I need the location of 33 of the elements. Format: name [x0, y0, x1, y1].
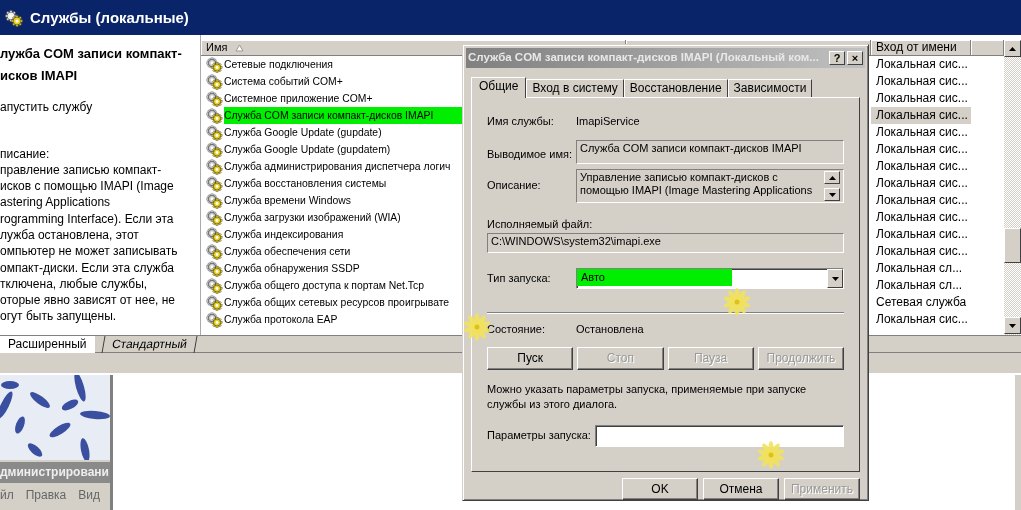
- table-cell-text: Локальная сис...: [875, 243, 969, 260]
- field-label: Тип запуска:: [487, 271, 552, 286]
- description-label: писание:: [0, 147, 51, 162]
- status-value: Остановлена: [576, 323, 644, 337]
- table-cell-text: Локальная сл...: [875, 260, 964, 277]
- action-text: службу: [51, 100, 93, 114]
- field-label: Состояние:: [487, 323, 546, 337]
- field-label: Исполняемый файл:: [487, 218, 593, 232]
- table-cell-text: Локальная сис...: [875, 56, 969, 73]
- table-cell-text: Локальная сис...: [875, 73, 969, 90]
- field-label: Имя службы:: [487, 115, 555, 129]
- table-cell-text: Локальная сис...: [875, 90, 969, 107]
- service-title: исков IMAPI: [0, 67, 79, 85]
- table-cell-text: Локальная сис...: [875, 158, 969, 175]
- table-cell-text: Локальная сис...: [875, 311, 969, 328]
- table-cell-text: Локальная сис...: [875, 124, 969, 141]
- table-cell-text: Локальная сис...: [875, 209, 969, 226]
- table-cell-text: Локальная сис...: [875, 141, 969, 158]
- table-cell-text: Сетевая служба: [875, 294, 968, 311]
- table-cell: Локальная сис...: [871, 107, 971, 124]
- table-cell-text: Локальная сис...: [875, 226, 969, 243]
- description-text: правление записью компакт- исков с помощью IMAPI (Image astering Applications rogramming Interface). Если эта лужба остановлена, этот омпьютер не может записывать омпакт-диски. Если эта служба тключена, любые службы, оторые явно зависят от нее, не огут быть запущены.: [0, 161, 179, 325]
- table-cell-text: Локальная сис...: [875, 175, 969, 192]
- panel-title: дминистрировани: [0, 462, 110, 483]
- table-cell-text: Локальная сис...: [875, 192, 969, 209]
- field-label: Описание:: [487, 179, 542, 193]
- window-title: Службы (локальные): [30, 8, 189, 27]
- service-title: лужба COM записи компакт-: [0, 45, 183, 63]
- table-cell-text: Локальная сл...: [875, 277, 964, 294]
- field-value: ImapiService: [576, 115, 640, 129]
- note-text: Можно указать параметры запуска, применяемые при запуске службы из этого диалога.: [487, 382, 808, 412]
- field-label: Выводимое имя:: [487, 148, 573, 162]
- field-label: Параметры запуска:: [487, 429, 591, 443]
